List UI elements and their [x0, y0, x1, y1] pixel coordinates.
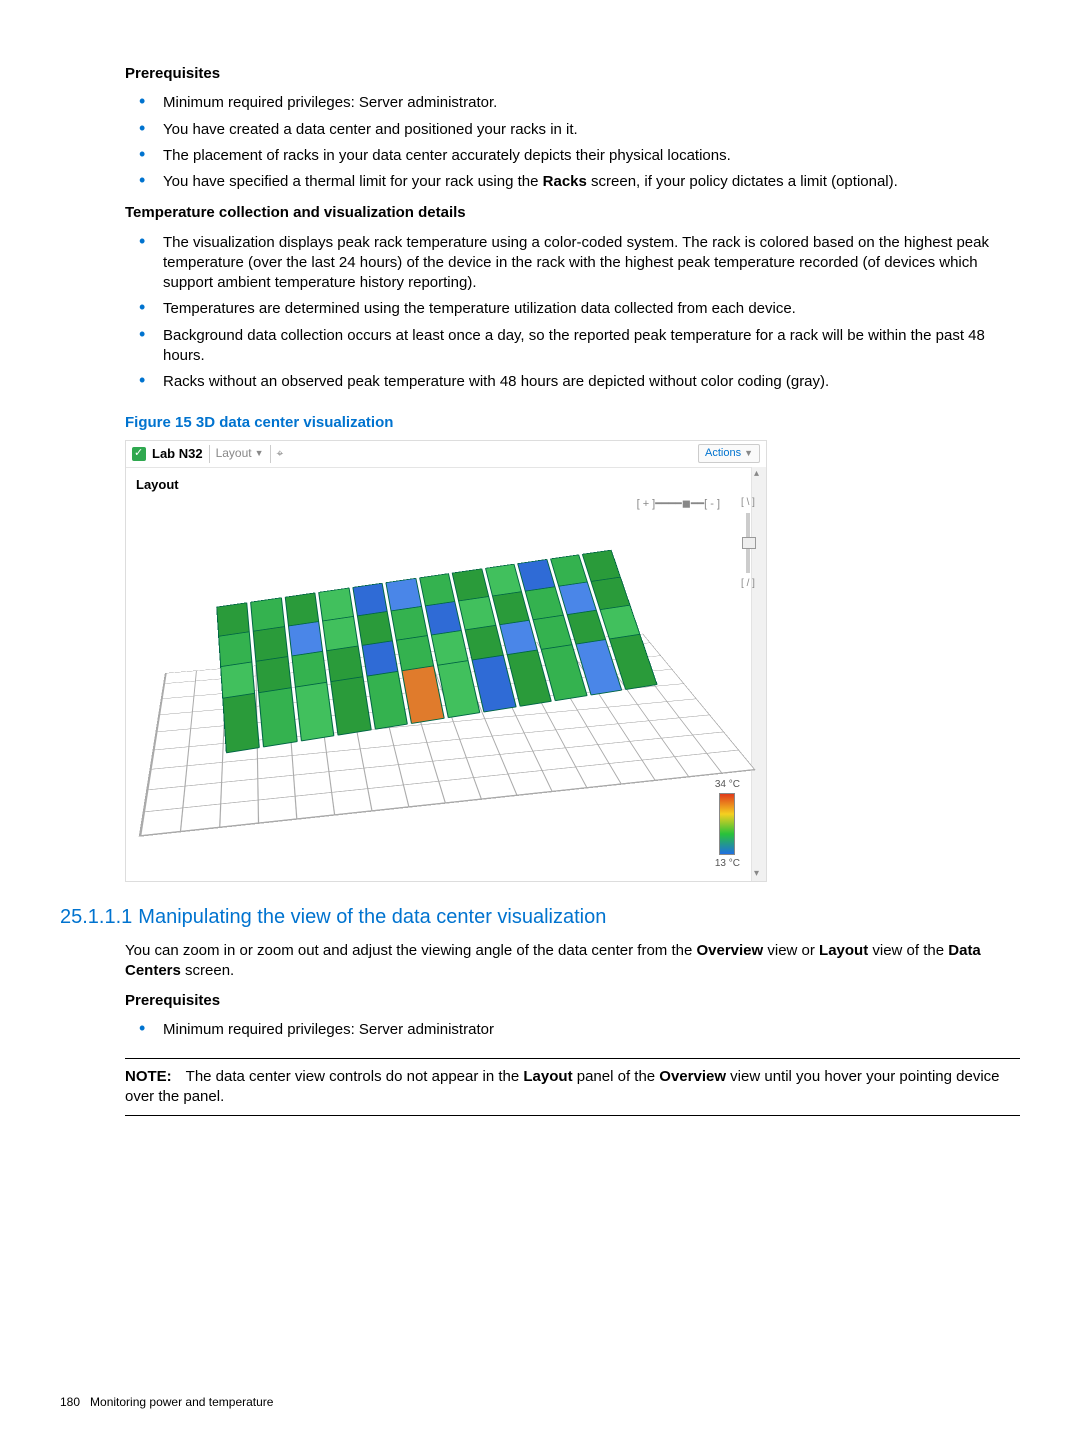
legend-min: 13 °C — [715, 857, 740, 871]
prerequisites-list-2: Minimum required privileges: Server admi… — [125, 1017, 1020, 1043]
tilt-up-label[interactable]: [ \ ] — [736, 496, 760, 510]
list-item: Temperatures are determined using the te… — [125, 296, 1020, 322]
3d-visualization[interactable] — [132, 503, 736, 875]
note-label: NOTE: — [125, 1068, 172, 1085]
list-item: The visualization displays peak rack tem… — [125, 230, 1020, 297]
list-item: Minimum required privileges: Server admi… — [125, 1017, 1020, 1043]
section-title: Manipulating the view of the data center… — [138, 906, 606, 928]
figure-caption: Figure 15 3D data center visualization — [125, 413, 1020, 433]
status-ok-icon — [132, 447, 146, 461]
prerequisites-list: Minimum required privileges: Server admi… — [125, 90, 1020, 195]
legend-max: 34 °C — [715, 778, 740, 792]
chevron-down-icon: ▼ — [255, 447, 264, 459]
slider-knob[interactable] — [742, 537, 756, 549]
temperature-legend: 34 °C 13 °C — [715, 778, 740, 871]
figure-toolbar: Lab N32 Layout ▼ ⌖ Actions ▼ — [126, 441, 766, 468]
list-item: Minimum required privileges: Server admi… — [125, 90, 1020, 116]
prerequisites-heading: Prerequisites — [125, 64, 1020, 84]
list-item: The placement of racks in your data cent… — [125, 143, 1020, 169]
prerequisites-heading-2: Prerequisites — [125, 991, 1020, 1011]
section-heading: 25.1.1.1 Manipulating the view of the dat… — [60, 904, 1020, 931]
note-body: The data center view controls do not app… — [125, 1068, 1000, 1105]
list-item: Background data collection occurs at lea… — [125, 323, 1020, 370]
chapter-title: Monitoring power and temperature — [90, 1395, 273, 1409]
map-pin-icon[interactable]: ⌖ — [277, 445, 284, 461]
view-selector[interactable]: Layout ▼ — [216, 445, 264, 461]
page-number: 180 — [60, 1395, 80, 1409]
lab-name: Lab N32 — [152, 445, 203, 463]
list-item: You have created a data center and posit… — [125, 117, 1020, 143]
figure-15: Lab N32 Layout ▼ ⌖ Actions ▼ Layout — [125, 440, 767, 882]
section-intro: You can zoom in or zoom out and adjust t… — [125, 941, 1020, 982]
toolbar-divider — [270, 445, 271, 463]
actions-label: Actions — [705, 446, 741, 461]
tilt-down-label[interactable]: [ / ] — [736, 577, 760, 591]
section-number: 25.1.1.1 — [60, 906, 132, 928]
actions-button[interactable]: Actions ▼ — [698, 444, 760, 463]
details-list: The visualization displays peak rack tem… — [125, 230, 1020, 396]
chevron-down-icon: ▼ — [744, 447, 753, 459]
panel-title: Layout — [126, 468, 766, 494]
details-heading: Temperature collection and visualization… — [125, 203, 1020, 223]
list-item: You have specified a thermal limit for y… — [125, 169, 1020, 195]
tilt-slider[interactable] — [746, 513, 750, 573]
list-item: Racks without an observed peak temperatu… — [125, 369, 1020, 395]
view-selector-label: Layout — [216, 445, 252, 461]
note-block: NOTE:The data center view controls do no… — [125, 1058, 1020, 1117]
page-footer: 180 Monitoring power and temperature — [60, 1394, 273, 1410]
legend-gradient — [719, 793, 735, 855]
toolbar-divider — [209, 445, 210, 463]
